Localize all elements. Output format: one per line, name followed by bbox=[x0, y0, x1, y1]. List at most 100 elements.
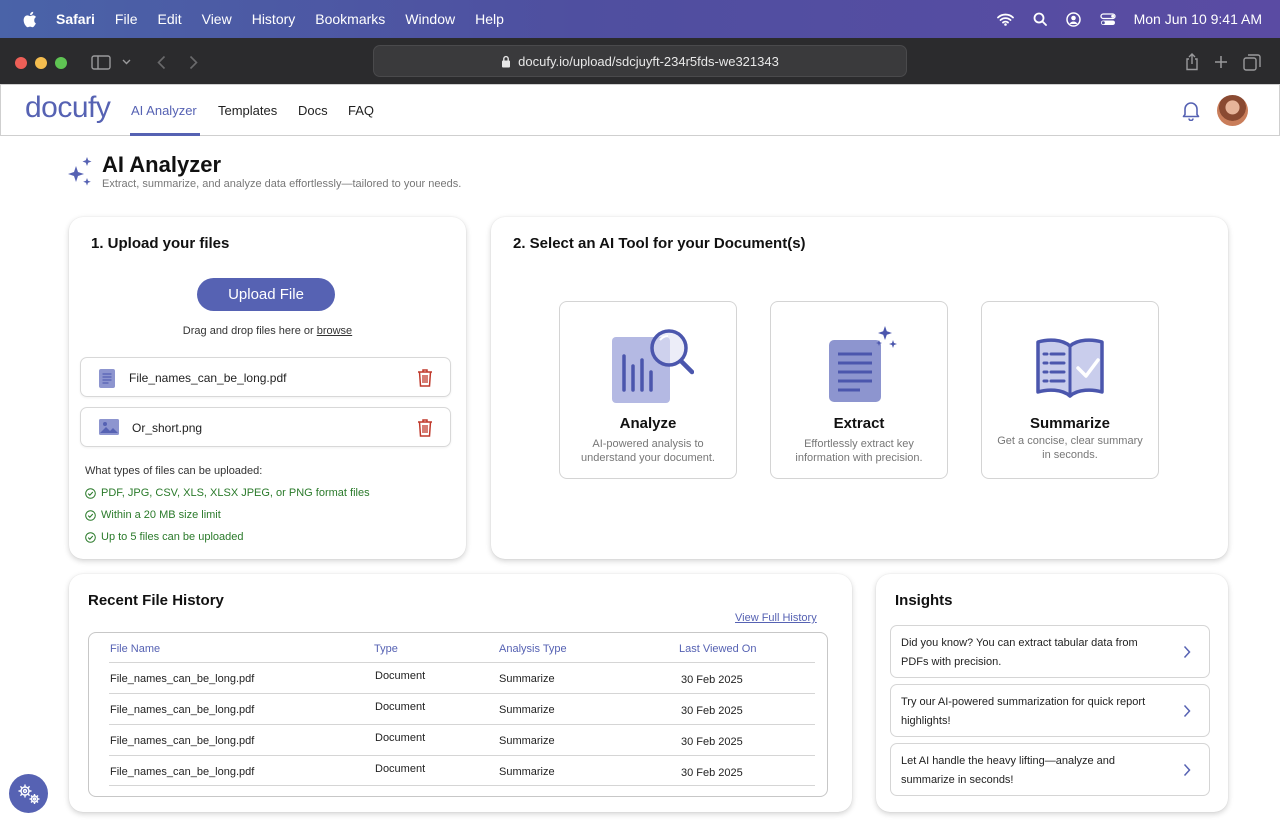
insight-text: Let AI handle the heavy lifting—analyze … bbox=[901, 755, 1116, 786]
docufy-logo[interactable]: docufy bbox=[25, 91, 111, 125]
insights-card: Insights Did you know? You can extract t… bbox=[876, 574, 1228, 812]
address-bar[interactable]: docufy.io/upload/sdcjuyft-234r5fds-we321… bbox=[373, 45, 907, 77]
tool-analyze[interactable]: Analyze AI-powered analysis to understan… bbox=[559, 301, 737, 479]
recent-files-table: File Name Type Analysis Type Last Viewed… bbox=[88, 632, 828, 797]
delete-trash-icon[interactable] bbox=[417, 368, 433, 392]
chevron-right-icon bbox=[1183, 645, 1191, 664]
menu-bookmarks[interactable]: Bookmarks bbox=[315, 11, 385, 27]
browse-link[interactable]: browse bbox=[317, 325, 352, 337]
menu-safari[interactable]: Safari bbox=[56, 11, 95, 27]
settings-gear-button[interactable] bbox=[9, 774, 48, 813]
check-circle-icon bbox=[85, 509, 96, 521]
control-center-icon[interactable] bbox=[1098, 11, 1118, 27]
menu-history[interactable]: History bbox=[252, 11, 296, 27]
menu-help[interactable]: Help bbox=[475, 11, 504, 27]
menu-file[interactable]: File bbox=[115, 11, 138, 27]
insight-text: Did you know? You can extract tabular da… bbox=[901, 637, 1138, 668]
chevron-right-icon bbox=[1183, 763, 1191, 782]
app-navigation-bar: docufy AI Analyzer Templates Docs FAQ bbox=[0, 84, 1280, 136]
tool-description: Get a concise, clear summary in seconds. bbox=[997, 435, 1143, 461]
sidebar-toggle-icon[interactable] bbox=[90, 52, 112, 72]
insight-item[interactable]: Try our AI-powered summarization for qui… bbox=[890, 684, 1210, 737]
uploaded-file-row[interactable]: File_names_can_be_long.pdf bbox=[80, 357, 451, 397]
column-header-type[interactable]: Type bbox=[374, 643, 398, 655]
insight-text: Try our AI-powered summarization for qui… bbox=[901, 696, 1146, 727]
cell-type: Document bbox=[375, 732, 426, 744]
table-row[interactable]: File_names_can_be_long.pdf Document Summ… bbox=[109, 662, 815, 693]
column-header-last-viewed[interactable]: Last Viewed On bbox=[679, 643, 756, 655]
upload-card-title: 1. Upload your files bbox=[91, 235, 230, 252]
recent-card-title: Recent File History bbox=[88, 592, 224, 609]
tab-overview-icon[interactable] bbox=[1241, 52, 1263, 72]
macos-menu-bar: Safari File Edit View History Bookmarks … bbox=[0, 0, 1280, 38]
browser-toolbar: docufy.io/upload/sdcjuyft-234r5fds-we321… bbox=[0, 38, 1280, 84]
file-type-rule: PDF, JPG, CSV, XLS, XLSX JPEG, or PNG fo… bbox=[85, 487, 370, 499]
cell-last-viewed: 30 Feb 2025 bbox=[681, 767, 743, 779]
active-tab-indicator bbox=[130, 133, 200, 136]
upload-files-card: 1. Upload your files Upload File Drag an… bbox=[69, 217, 466, 559]
insight-item[interactable]: Did you know? You can extract tabular da… bbox=[890, 625, 1210, 678]
nav-ai-analyzer[interactable]: AI Analyzer bbox=[131, 103, 197, 118]
back-arrow-icon[interactable] bbox=[150, 52, 172, 72]
tool-name: Analyze bbox=[619, 415, 677, 432]
cell-file-name: File_names_can_be_long.pdf bbox=[110, 735, 255, 747]
tool-name: Extract bbox=[833, 415, 885, 432]
wifi-icon[interactable] bbox=[996, 11, 1016, 27]
cell-analysis-type: Summarize bbox=[499, 673, 555, 685]
menu-edit[interactable]: Edit bbox=[157, 11, 181, 27]
column-header-file-name[interactable]: File Name bbox=[110, 643, 160, 655]
sparkle-icon bbox=[65, 156, 93, 193]
zoom-window-button[interactable] bbox=[55, 57, 67, 69]
uploaded-file-name: File_names_can_be_long.pdf bbox=[129, 371, 287, 385]
document-icon bbox=[98, 368, 116, 394]
view-full-history-link[interactable]: View Full History bbox=[735, 612, 817, 624]
page-subtitle: Extract, summarize, and analyze data eff… bbox=[102, 178, 462, 190]
chevron-right-icon bbox=[1183, 704, 1191, 723]
insight-item[interactable]: Let AI handle the heavy lifting—analyze … bbox=[890, 743, 1210, 796]
nav-templates[interactable]: Templates bbox=[218, 103, 277, 118]
table-row[interactable]: File_names_can_be_long.pdf Document Summ… bbox=[109, 693, 815, 724]
user-account-icon[interactable] bbox=[1064, 11, 1084, 27]
uploaded-file-row[interactable]: Or_short.png bbox=[80, 407, 451, 447]
cell-last-viewed: 30 Feb 2025 bbox=[681, 705, 743, 717]
minimize-window-button[interactable] bbox=[35, 57, 47, 69]
tool-extract[interactable]: Extract Effortlessly extract key informa… bbox=[770, 301, 948, 479]
notification-bell-icon[interactable] bbox=[1181, 100, 1201, 126]
cell-last-viewed: 30 Feb 2025 bbox=[681, 736, 743, 748]
user-avatar[interactable] bbox=[1217, 95, 1248, 126]
share-icon[interactable] bbox=[1181, 52, 1203, 72]
menu-view[interactable]: View bbox=[202, 11, 232, 27]
forward-arrow-icon[interactable] bbox=[182, 52, 204, 72]
gears-icon bbox=[18, 784, 39, 804]
cell-type: Document bbox=[375, 670, 426, 682]
apple-logo-icon[interactable] bbox=[22, 10, 38, 28]
cell-last-viewed: 30 Feb 2025 bbox=[681, 674, 743, 686]
tool-summarize[interactable]: Summarize Get a concise, clear summary i… bbox=[981, 301, 1159, 479]
file-type-rule: Within a 20 MB size limit bbox=[85, 509, 221, 521]
upload-file-button[interactable]: Upload File bbox=[197, 278, 335, 311]
table-row[interactable]: File_names_can_be_long.pdf Document Summ… bbox=[109, 724, 815, 755]
url-text: docufy.io/upload/sdcjuyft-234r5fds-we321… bbox=[518, 53, 779, 69]
new-tab-plus-icon[interactable] bbox=[1210, 52, 1232, 72]
summarize-book-icon bbox=[982, 336, 1158, 398]
file-type-rule: Up to 5 files can be uploaded bbox=[85, 531, 244, 543]
column-header-analysis-type[interactable]: Analysis Type bbox=[499, 643, 567, 655]
menu-window[interactable]: Window bbox=[405, 11, 455, 27]
file-type-rule-text: Up to 5 files can be uploaded bbox=[101, 531, 244, 543]
delete-trash-icon[interactable] bbox=[417, 418, 433, 442]
check-circle-icon bbox=[85, 487, 96, 499]
nav-faq[interactable]: FAQ bbox=[348, 103, 374, 118]
sidebar-dropdown-chevron-icon[interactable] bbox=[119, 52, 133, 72]
menu-clock[interactable]: Mon Jun 10 9:41 AM bbox=[1134, 11, 1262, 27]
table-row[interactable]: File_names_can_be_long.pdf Document Summ… bbox=[109, 755, 815, 786]
close-window-button[interactable] bbox=[15, 57, 27, 69]
image-icon bbox=[98, 418, 120, 441]
insights-title: Insights bbox=[895, 592, 953, 609]
recent-file-history-card: Recent File History View Full History Fi… bbox=[69, 574, 852, 812]
tool-description: AI-powered analysis to understand your d… bbox=[581, 438, 715, 464]
tool-card-title: 2. Select an AI Tool for your Document(s… bbox=[513, 235, 806, 252]
cell-file-name: File_names_can_be_long.pdf bbox=[110, 673, 255, 685]
spotlight-search-icon[interactable] bbox=[1030, 11, 1050, 27]
cell-type: Document bbox=[375, 763, 426, 775]
nav-docs[interactable]: Docs bbox=[298, 103, 328, 118]
